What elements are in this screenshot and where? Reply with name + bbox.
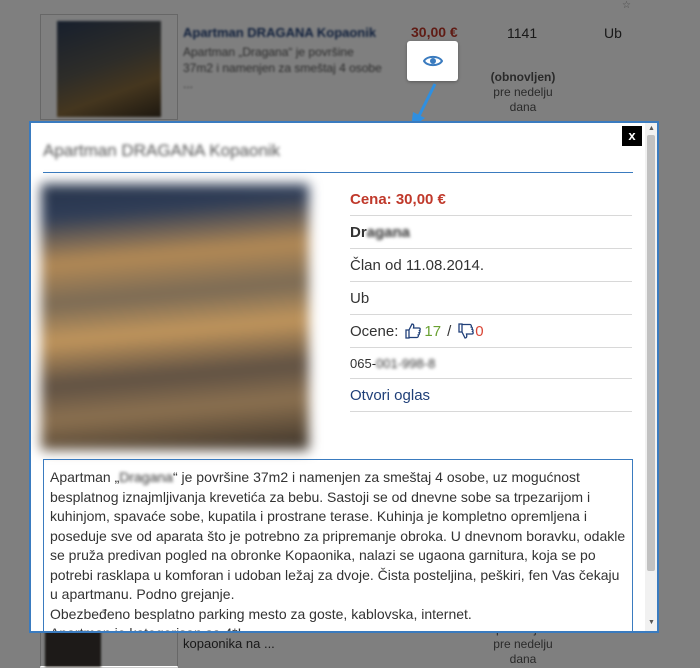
listing-preview-modal: Apartman DRAGANA Kopaonik x Cena: 30,00 … xyxy=(29,121,659,633)
member-since-row: Član od 11.08.2014. xyxy=(350,249,632,282)
owner-name-rest: agana xyxy=(366,223,411,241)
open-ad-row: Otvori oglas xyxy=(350,379,632,412)
scroll-down-icon[interactable]: ▼ xyxy=(648,619,655,626)
eye-icon xyxy=(422,55,443,67)
city-row: Ub xyxy=(350,282,632,315)
description-line-category: Apartman je kategorisan sa 4*! xyxy=(50,625,242,633)
open-ad-link[interactable]: Otvori oglas xyxy=(350,387,430,404)
dislikes-count: 0 xyxy=(475,322,484,340)
description-paragraph: Apartman „Dragana“ je površine 37m2 i na… xyxy=(50,468,626,605)
description-box: Apartman „Dragana“ je površine 37m2 i na… xyxy=(43,459,633,633)
phone-rest: 001-998-8 xyxy=(376,355,436,371)
close-button[interactable]: x xyxy=(622,126,642,146)
title-divider xyxy=(43,172,633,173)
description-name: Dragana xyxy=(119,469,173,485)
ratings-separator: / xyxy=(447,322,452,340)
phone-row: 065- 001-998-8 xyxy=(350,348,632,379)
likes-count: 17 xyxy=(424,322,442,340)
owner-row: Dr agana xyxy=(350,216,632,249)
city: Ub xyxy=(350,289,370,307)
price-row: Cena: 30,00 € xyxy=(350,183,632,216)
thumbs-up-icon[interactable] xyxy=(404,323,422,339)
scrollbar-thumb[interactable] xyxy=(647,135,655,571)
description-lead: Apartman „ xyxy=(50,469,120,485)
listing-photo-large[interactable] xyxy=(41,184,309,450)
ratings-row: Ocene: 17 / 0 xyxy=(350,315,632,348)
member-since: Član od 11.08.2014. xyxy=(350,256,484,274)
ratings-label: Ocene: xyxy=(350,322,399,340)
listing-details: Cena: 30,00 € Dr agana Član od 11.08.2014… xyxy=(350,183,632,412)
modal-scrollbar[interactable]: ▲ ▼ xyxy=(645,123,657,631)
owner-name-prefix: Dr xyxy=(350,223,367,241)
description-body: “ je površine 37m2 i namenjen za smeštaj… xyxy=(50,469,626,602)
description-line-parking: Obezbeđeno besplatno parking mesto za go… xyxy=(50,605,472,622)
scroll-up-icon[interactable]: ▲ xyxy=(648,125,655,132)
phone-prefix: 065- xyxy=(350,355,377,371)
modal-title: Apartman DRAGANA Kopaonik xyxy=(43,141,281,160)
thumbs-down-icon[interactable] xyxy=(457,323,475,339)
preview-button[interactable] xyxy=(407,41,458,81)
price-value: Cena: 30,00 € xyxy=(350,190,446,208)
